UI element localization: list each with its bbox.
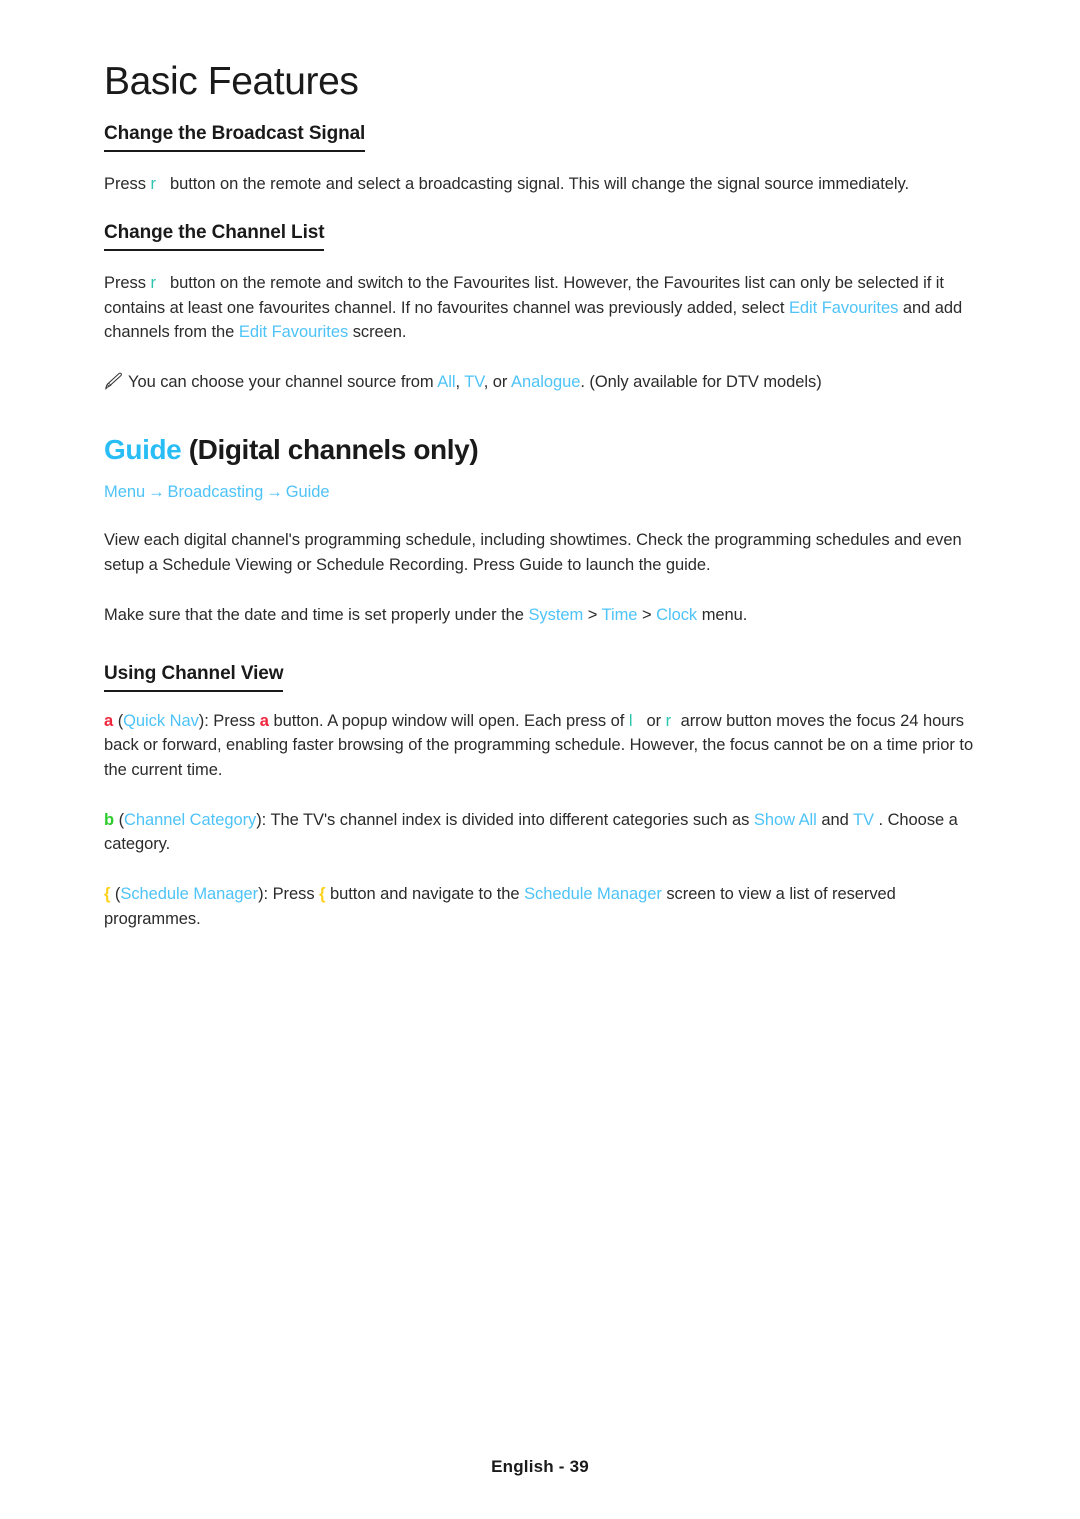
paragraph-guide-clock: Make sure that the date and time is set … — [104, 603, 984, 627]
section-heading-guide: Guide (Digital channels only) — [104, 434, 988, 466]
text-clock-2: menu. — [701, 605, 748, 624]
sep-clock-2: > — [641, 605, 652, 624]
text-press-2: Press — [104, 274, 146, 293]
paragraph-schedule-manager: { (Schedule Manager): Press { button and… — [104, 882, 984, 931]
remote-key-left: l — [628, 712, 633, 730]
link-edit-favourites-2[interactable]: Edit Favourites — [239, 323, 348, 341]
remote-key-b: b — [104, 810, 115, 829]
text-channel-category-and: and — [821, 810, 849, 829]
text-press: Press — [104, 175, 146, 193]
page-footer: English - 39 — [491, 1457, 589, 1476]
paragraph-quick-nav: a (Quick Nav): Press a button. A popup w… — [104, 709, 984, 782]
section-heading-channel-view-wrap: Using Channel View — [104, 663, 988, 692]
remote-key-a-2: a — [259, 712, 269, 730]
remote-key-a-1: a — [104, 712, 114, 730]
text-quick-nav-close: ): Press — [198, 712, 256, 730]
paragraph-guide-description: View each digital channel's programming … — [104, 531, 962, 574]
note-text-2: . (Only available for DTV models) — [580, 373, 822, 391]
remote-key-brace-1: { — [104, 885, 111, 904]
text-quick-nav-1: button. A popup window will open. Each p… — [273, 712, 625, 730]
section-heading-channel-view: Using Channel View — [104, 663, 284, 692]
breadcrumb-arrow-1: → — [148, 483, 165, 502]
section-heading-broadcast-signal-wrap: Change the Broadcast Signal — [104, 123, 988, 152]
note-sep-2: , or — [483, 373, 508, 391]
paragraph-channel-list: Press r button on the remote and switch t… — [104, 271, 984, 344]
section-heading-channel-list: Change the Channel List — [104, 222, 325, 252]
breadcrumb-item-broadcasting[interactable]: Broadcasting — [168, 483, 264, 501]
breadcrumb: Menu → Broadcasting → Guide — [104, 483, 988, 502]
remote-key-right: r — [665, 712, 672, 730]
text-clock-1: Make sure that the date and time is set … — [104, 605, 524, 624]
paragraph-channel-category: b (Channel Category): The TV's channel i… — [104, 808, 984, 857]
text-broadcast-rest: button on the remote and select a broadc… — [169, 175, 909, 193]
note-text-1: You can choose your channel source from — [128, 373, 434, 391]
link-clock[interactable]: Clock — [656, 606, 697, 624]
breadcrumb-item-menu[interactable]: Menu — [104, 483, 145, 501]
link-show-all[interactable]: Show All — [754, 811, 817, 829]
link-edit-favourites-1[interactable]: Edit Favourites — [789, 299, 898, 317]
section-heading-broadcast-signal: Change the Broadcast Signal — [104, 123, 365, 152]
link-source-analogue[interactable]: Analogue — [511, 373, 580, 391]
heading-guide-blue: Guide — [104, 434, 182, 466]
note-channel-source: You can choose your channel source from … — [104, 370, 988, 394]
link-schedule-manager-1[interactable]: Schedule Manager — [120, 885, 258, 903]
page-title: Basic Features — [104, 60, 359, 103]
link-channel-category[interactable]: Channel Category — [124, 811, 256, 829]
text-channel-list-end: screen. — [352, 322, 407, 341]
link-time[interactable]: Time — [602, 606, 638, 624]
breadcrumb-arrow-2: → — [266, 483, 283, 502]
text-quick-nav-or: or — [646, 712, 662, 730]
section-heading-channel-list-wrap: Change the Channel List — [104, 222, 988, 252]
note-sep-1: , — [455, 373, 460, 391]
remote-key-brace-2: { — [319, 885, 326, 904]
link-quick-nav[interactable]: Quick Nav — [123, 712, 199, 730]
text-channel-category-1: ): The TV's channel index is divided int… — [256, 810, 750, 829]
text-schedule-1: button and navigate to the — [330, 885, 520, 904]
manual-page: Basic Features Change the Broadcast Sign… — [0, 0, 1080, 1519]
paragraph-broadcast-signal: Press r button on the remote and select a… — [104, 172, 984, 196]
text-schedule-close: ): Press — [258, 885, 315, 904]
breadcrumb-item-guide[interactable]: Guide — [286, 483, 330, 501]
remote-key-source: r — [150, 175, 156, 193]
link-system[interactable]: System — [528, 606, 583, 624]
pencil-icon — [104, 372, 124, 390]
link-tv-category[interactable]: TV — [853, 811, 874, 829]
link-source-tv[interactable]: TV — [464, 373, 484, 391]
sep-clock-1: > — [587, 605, 598, 624]
link-source-all[interactable]: All — [437, 373, 455, 391]
heading-guide-rest: (Digital channels only) — [188, 434, 479, 466]
remote-key-chlist: r — [150, 274, 156, 293]
link-schedule-manager-2[interactable]: Schedule Manager — [524, 885, 662, 903]
